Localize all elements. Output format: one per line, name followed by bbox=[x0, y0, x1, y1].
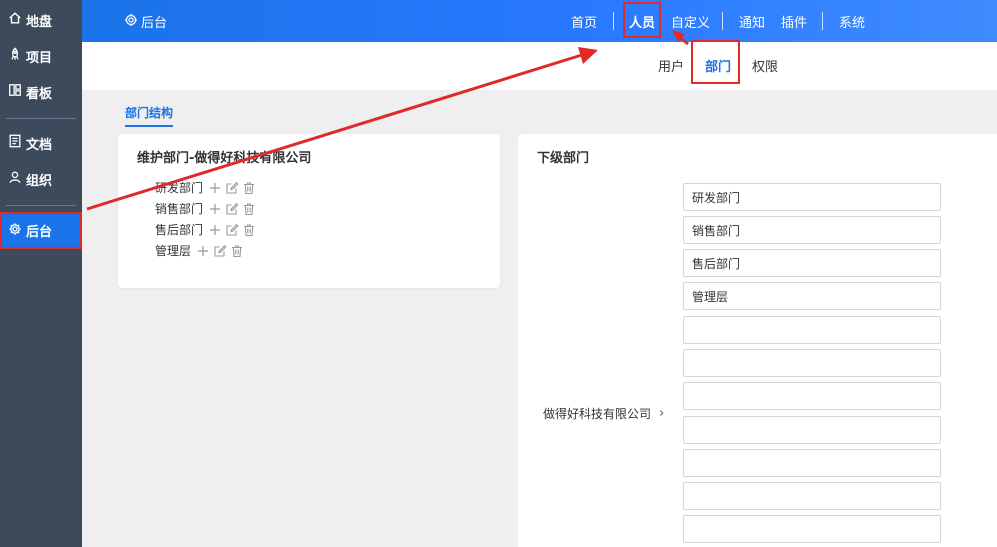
trash-icon[interactable] bbox=[242, 223, 256, 237]
trash-icon[interactable] bbox=[242, 202, 256, 216]
department-tree-panel: 维护部门-做得好科技有限公司 研发部门 销售部门 售后部门 管理层 bbox=[118, 134, 500, 288]
tab-users[interactable]: 用户 bbox=[658, 56, 684, 75]
plus-icon[interactable] bbox=[208, 223, 222, 237]
sidebar-item-label: 项目 bbox=[26, 50, 53, 66]
gear-icon bbox=[124, 13, 141, 31]
sub-department-input[interactable] bbox=[683, 216, 941, 244]
sub-departments-panel: 下级部门 做得好科技有限公司 › bbox=[518, 134, 997, 547]
sidebar: 地盘 项目 看板 文档 组织 后台 bbox=[0, 0, 82, 547]
edit-icon[interactable] bbox=[225, 202, 239, 216]
sub-department-input[interactable] bbox=[683, 282, 941, 310]
sub-department-input[interactable] bbox=[683, 416, 941, 444]
gear-icon bbox=[8, 222, 26, 240]
sidebar-item-organization[interactable]: 组织 bbox=[0, 162, 82, 196]
chevron-right-icon: › bbox=[659, 406, 665, 421]
home-icon bbox=[8, 11, 26, 29]
sidebar-item-label: 看板 bbox=[26, 86, 53, 102]
edit-icon[interactable] bbox=[225, 181, 239, 195]
sub-department-input[interactable] bbox=[683, 349, 941, 377]
rocket-icon bbox=[8, 47, 26, 65]
plus-icon[interactable] bbox=[196, 244, 210, 258]
sidebar-divider bbox=[6, 205, 76, 206]
edit-icon[interactable] bbox=[213, 244, 227, 258]
sub-department-input[interactable] bbox=[683, 515, 941, 543]
tree-node: 售后部门 bbox=[155, 221, 259, 238]
tree-node-label[interactable]: 销售部门 bbox=[155, 200, 203, 217]
nav-home[interactable]: 首页 bbox=[571, 12, 597, 31]
sidebar-item-admin[interactable]: 后台 bbox=[0, 212, 82, 249]
sidebar-item-board[interactable]: 看板 bbox=[0, 75, 82, 109]
tree-node-label[interactable]: 管理层 bbox=[155, 242, 191, 259]
parent-company-label: 做得好科技有限公司 bbox=[543, 407, 652, 421]
nav-separator bbox=[613, 12, 614, 30]
sidebar-item-label: 组织 bbox=[26, 173, 53, 189]
sidebar-item-label: 地盘 bbox=[26, 14, 53, 30]
board-icon bbox=[8, 83, 26, 101]
sub-department-input[interactable] bbox=[683, 183, 941, 211]
sidebar-item-projects[interactable]: 项目 bbox=[0, 39, 82, 73]
nav-plugins[interactable]: 插件 bbox=[781, 12, 807, 31]
tree-node: 销售部门 bbox=[155, 200, 259, 217]
highlight-box-departments bbox=[691, 40, 740, 84]
tab-permissions[interactable]: 权限 bbox=[752, 56, 778, 75]
trash-icon[interactable] bbox=[242, 181, 256, 195]
panel-title: 下级部门 bbox=[537, 151, 590, 166]
parent-company-link[interactable]: 做得好科技有限公司 › bbox=[543, 405, 664, 422]
sidebar-item-docs[interactable]: 文档 bbox=[0, 126, 82, 160]
nav-separator bbox=[722, 12, 723, 30]
sub-department-input[interactable] bbox=[683, 249, 941, 277]
sidebar-item-dashboard[interactable]: 地盘 bbox=[0, 3, 82, 37]
plus-icon[interactable] bbox=[208, 181, 222, 195]
edit-icon[interactable] bbox=[225, 223, 239, 237]
sidebar-item-label: 后台 bbox=[26, 225, 53, 240]
tree-node: 研发部门 bbox=[155, 179, 259, 196]
brand-label: 后台 bbox=[141, 16, 168, 31]
nav-system[interactable]: 系统 bbox=[839, 12, 865, 31]
highlight-box-people bbox=[623, 2, 661, 38]
sub-department-input[interactable] bbox=[683, 382, 941, 410]
user-icon bbox=[8, 170, 26, 188]
brand[interactable]: 后台 bbox=[124, 12, 167, 31]
tree-node-label[interactable]: 售后部门 bbox=[155, 221, 203, 238]
sidebar-item-label: 文档 bbox=[26, 137, 53, 153]
nav-separator bbox=[822, 12, 823, 30]
panel-title: 维护部门-做得好科技有限公司 bbox=[137, 151, 312, 166]
nav-notifications[interactable]: 通知 bbox=[739, 12, 765, 31]
sub-department-input[interactable] bbox=[683, 482, 941, 510]
document-icon bbox=[8, 134, 26, 152]
sidebar-divider bbox=[6, 118, 76, 119]
sub-navigation bbox=[82, 42, 997, 90]
nav-custom[interactable]: 自定义 bbox=[671, 12, 710, 31]
tree-node: 管理层 bbox=[155, 242, 247, 259]
sub-department-input[interactable] bbox=[683, 316, 941, 344]
plus-icon[interactable] bbox=[208, 202, 222, 216]
section-tab-structure[interactable]: 部门结构 bbox=[125, 104, 174, 127]
trash-icon[interactable] bbox=[230, 244, 244, 258]
sub-department-input[interactable] bbox=[683, 449, 941, 477]
tree-node-label[interactable]: 研发部门 bbox=[155, 179, 203, 196]
